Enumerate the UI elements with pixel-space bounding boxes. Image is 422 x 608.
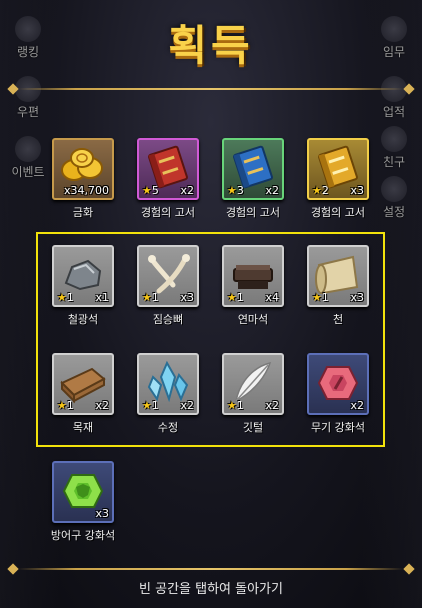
reward-item-feather[interactable]: ★1 x2 깃털 bbox=[213, 353, 293, 435]
item-quantity: x34,700 bbox=[64, 184, 109, 197]
item-quantity: x2 bbox=[265, 184, 279, 197]
item-quantity: x2 bbox=[350, 399, 364, 412]
page-title: 획득 bbox=[168, 21, 254, 70]
item-star-rank: ★2 bbox=[312, 184, 329, 197]
item-name: 경험의 고서 bbox=[140, 206, 196, 219]
item-slot[interactable]: ★3 x2 bbox=[222, 138, 284, 200]
item-star-rank: ★1 bbox=[57, 399, 74, 412]
item-slot[interactable]: ★1 x3 bbox=[137, 245, 199, 307]
item-name: 금화 bbox=[72, 206, 94, 219]
event-icon bbox=[15, 136, 41, 162]
star-icon: ★ bbox=[142, 184, 152, 197]
item-quantity: x3 bbox=[350, 291, 364, 304]
star-icon: ★ bbox=[312, 291, 322, 304]
item-name: 철광석 bbox=[67, 313, 99, 326]
item-star-rank: ★5 bbox=[142, 184, 159, 197]
reward-item-crystal[interactable]: ★1 x2 수정 bbox=[128, 353, 208, 435]
reward-item-whetstone[interactable]: ★1 x4 연마석 bbox=[213, 245, 293, 327]
bottom-divider bbox=[18, 568, 404, 570]
side-menu-settings: 설정 bbox=[372, 176, 416, 220]
item-quantity: x2 bbox=[180, 399, 194, 412]
item-name: 천 bbox=[332, 313, 344, 326]
item-quantity: x2 bbox=[265, 399, 279, 412]
reward-item-exp-book-5star[interactable]: ★5 x2 경험의 고서 bbox=[128, 138, 208, 220]
item-name: 방어구 강화석 bbox=[50, 529, 116, 542]
item-star-rank: ★1 bbox=[227, 291, 244, 304]
item-name: 경험의 고서 bbox=[225, 206, 281, 219]
item-quantity: x3 bbox=[180, 291, 194, 304]
side-menu-achievement: 업적 bbox=[372, 76, 416, 120]
settings-icon bbox=[381, 176, 407, 202]
item-slot[interactable]: ★1 x2 bbox=[137, 353, 199, 415]
item-slot[interactable]: ★1 x2 bbox=[222, 353, 284, 415]
reward-item-weapon-stone[interactable]: x2 무기 강화석 bbox=[298, 353, 378, 435]
star-icon: ★ bbox=[227, 399, 237, 412]
item-slot[interactable]: ★1 x3 bbox=[307, 245, 369, 307]
reward-item-bone[interactable]: ★1 x3 짐승뼈 bbox=[128, 245, 208, 327]
item-quantity: x2 bbox=[95, 399, 109, 412]
item-slot[interactable]: ★1 x1 bbox=[52, 245, 114, 307]
item-star-rank: ★1 bbox=[57, 291, 74, 304]
item-slot[interactable]: ★1 x2 bbox=[52, 353, 114, 415]
item-name: 짐승뼈 bbox=[152, 313, 184, 326]
reward-item-iron-ore[interactable]: ★1 x1 철광석 bbox=[43, 245, 123, 327]
side-menu-friend: 친구 bbox=[372, 126, 416, 170]
item-slot[interactable]: x3 bbox=[52, 461, 114, 523]
item-name: 연마석 bbox=[237, 313, 269, 326]
star-icon: ★ bbox=[142, 291, 152, 304]
reward-item-wood[interactable]: ★1 x2 목재 bbox=[43, 353, 123, 435]
star-icon: ★ bbox=[227, 184, 237, 197]
item-name: 수정 bbox=[157, 421, 179, 434]
item-quantity: x1 bbox=[95, 291, 109, 304]
star-icon: ★ bbox=[57, 291, 67, 304]
star-icon: ★ bbox=[57, 399, 67, 412]
item-name: 깃털 bbox=[242, 421, 264, 434]
reward-item-gold[interactable]: x34,700 금화 bbox=[43, 138, 123, 220]
item-star-rank: ★1 bbox=[312, 291, 329, 304]
item-slot[interactable]: x2 bbox=[307, 353, 369, 415]
item-slot[interactable]: x34,700 bbox=[52, 138, 114, 200]
star-icon: ★ bbox=[142, 399, 152, 412]
friend-icon bbox=[381, 126, 407, 152]
item-slot[interactable]: ★2 x3 bbox=[307, 138, 369, 200]
star-icon: ★ bbox=[227, 291, 237, 304]
item-name: 목재 bbox=[72, 421, 94, 434]
reward-item-exp-book-2star[interactable]: ★2 x3 경험의 고서 bbox=[298, 138, 378, 220]
star-icon: ★ bbox=[312, 184, 322, 197]
reward-item-armor-stone[interactable]: x3 방어구 강화석 bbox=[43, 461, 123, 543]
top-divider bbox=[18, 88, 404, 90]
reward-item-exp-book-3star[interactable]: ★3 x2 경험의 고서 bbox=[213, 138, 293, 220]
tap-to-return-hint[interactable]: 빈 공간을 탭하여 돌아가기 bbox=[0, 578, 422, 597]
item-quantity: x2 bbox=[180, 184, 194, 197]
reward-item-cloth[interactable]: ★1 x3 천 bbox=[298, 245, 378, 327]
item-star-rank: ★1 bbox=[142, 399, 159, 412]
item-star-rank: ★1 bbox=[142, 291, 159, 304]
item-name: 무기 강화석 bbox=[310, 421, 366, 434]
item-quantity: x4 bbox=[265, 291, 279, 304]
item-slot[interactable]: ★5 x2 bbox=[137, 138, 199, 200]
item-quantity: x3 bbox=[350, 184, 364, 197]
item-star-rank: ★3 bbox=[227, 184, 244, 197]
item-slot[interactable]: ★1 x4 bbox=[222, 245, 284, 307]
item-star-rank: ★1 bbox=[227, 399, 244, 412]
item-quantity: x3 bbox=[95, 507, 109, 520]
item-name: 경험의 고서 bbox=[310, 206, 366, 219]
